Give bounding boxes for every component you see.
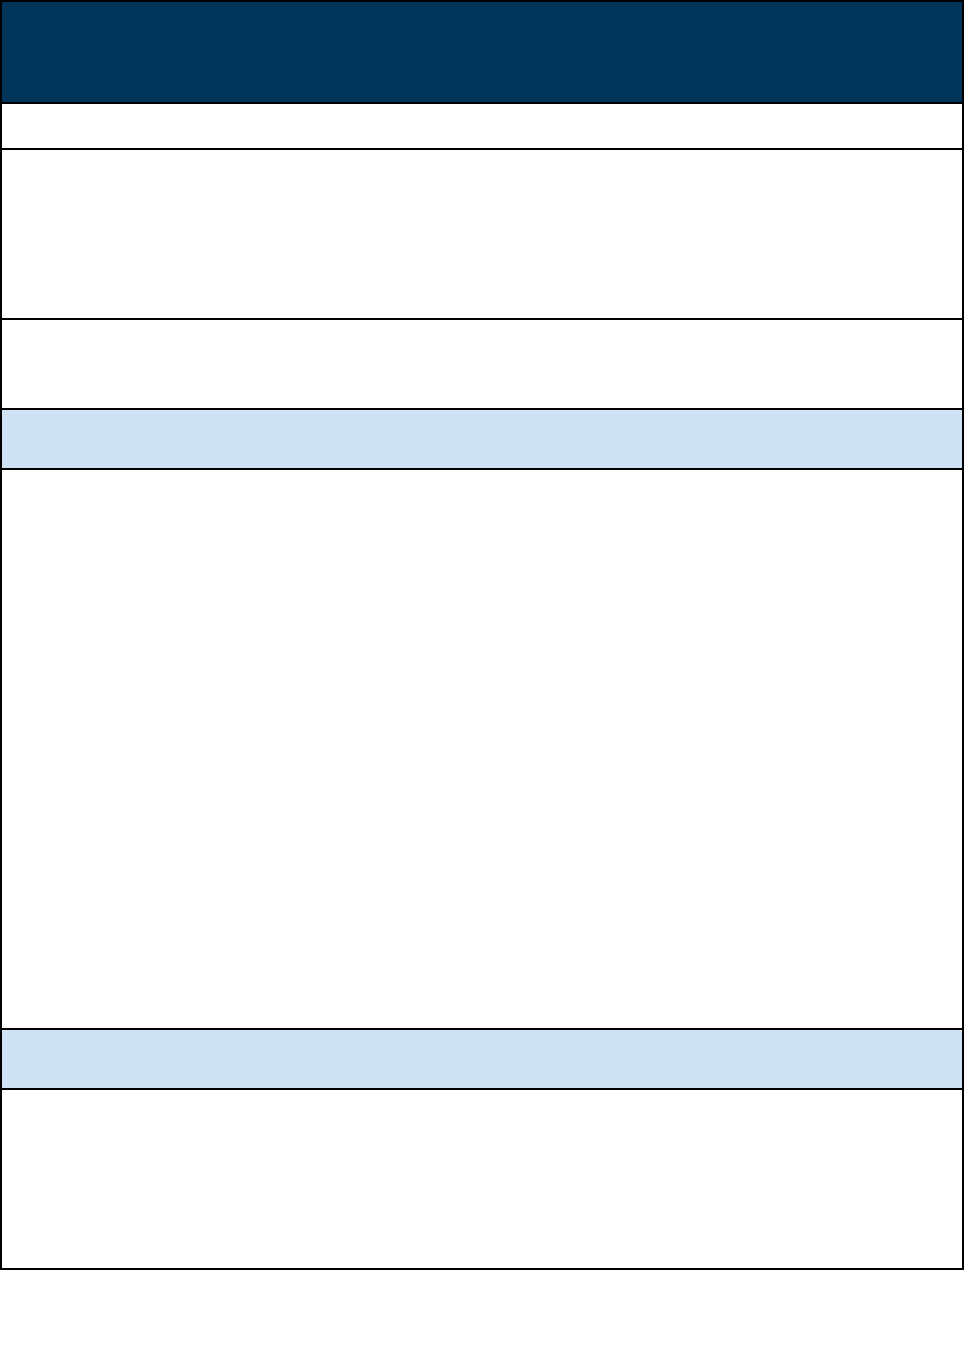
footer-row — [2, 1088, 962, 1268]
row-3 — [2, 318, 962, 408]
row-2 — [2, 148, 962, 318]
row-1 — [2, 102, 962, 148]
header-row — [2, 2, 962, 102]
sub-header-2 — [2, 1028, 962, 1088]
body-row — [2, 468, 962, 1028]
sub-header-1 — [2, 408, 962, 468]
document-table — [0, 0, 964, 1270]
